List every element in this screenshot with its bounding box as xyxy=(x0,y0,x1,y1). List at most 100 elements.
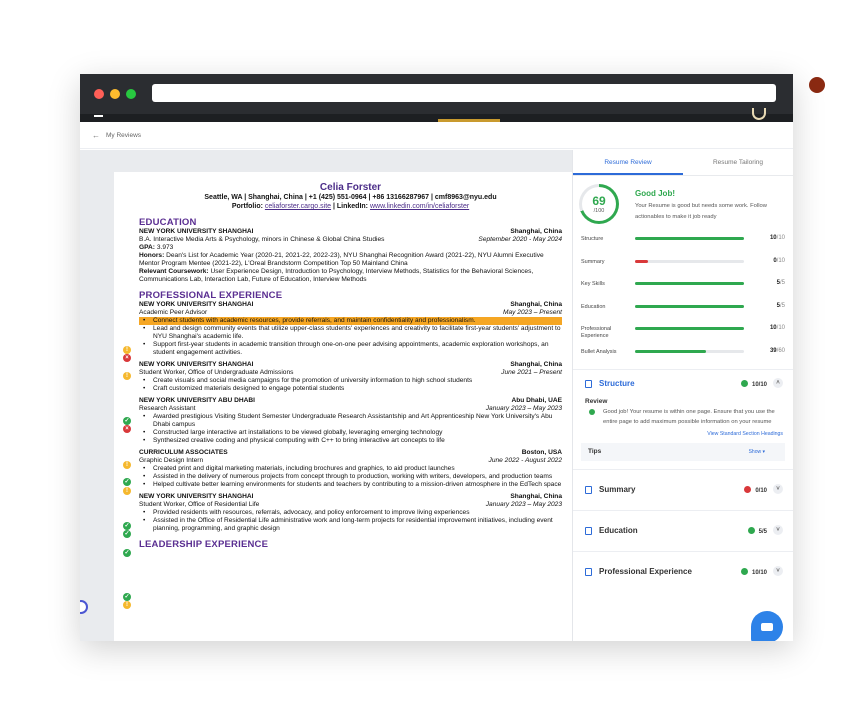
browser-titlebar xyxy=(80,74,793,114)
briefcase-icon xyxy=(585,568,592,576)
metric-row: Bullet Analysis 39/60 xyxy=(581,347,785,355)
job-entry: CURRICULUM ASSOCIATES Boston, USA Graphic… xyxy=(139,449,562,489)
warning-icon[interactable]: ! xyxy=(123,487,131,495)
bullet[interactable]: Constructed large interactive art instal… xyxy=(139,429,562,437)
breadcrumb: ← My Reviews xyxy=(80,122,793,149)
score-value: 69 xyxy=(592,194,606,208)
check-icon[interactable]: ✓ xyxy=(123,549,131,557)
chevron-down-icon[interactable]: ˅ xyxy=(773,566,783,576)
review-text: Good job! Your resume is within one page… xyxy=(581,407,785,427)
score-message: Your Resume is good but needs some work.… xyxy=(635,203,767,220)
bullet[interactable]: Synthesized creative coding and physical… xyxy=(139,437,562,445)
experience-heading: PROFESSIONAL EXPERIENCE xyxy=(139,290,283,301)
view-headings-link[interactable]: View Standard Section Headings xyxy=(581,431,785,437)
linkedin-link[interactable]: www.linkedin.com/in/celiaforster xyxy=(370,203,469,210)
score-card: 69 /100 Good Job! Your Resume is good bu… xyxy=(573,176,793,234)
metric-row: Summary 0/10 xyxy=(581,257,785,265)
metric-fill xyxy=(635,349,706,353)
resume-contact: Seattle, WA | Shanghai, China | +1 (425)… xyxy=(204,194,497,210)
score-total: /100 xyxy=(593,208,605,214)
error-icon[interactable]: × xyxy=(123,354,131,362)
page: ← My Reviews Celia Forster Seattle, WA |… xyxy=(0,0,854,727)
close-window-button[interactable] xyxy=(94,89,104,99)
bullet[interactable]: Support first-year students in academic … xyxy=(139,341,562,357)
warning-icon[interactable]: ! xyxy=(123,601,131,609)
app-header xyxy=(80,108,793,122)
avatar[interactable] xyxy=(752,108,766,120)
resume-preview: Celia Forster Seattle, WA | Shanghai, Ch… xyxy=(114,172,572,641)
bullet[interactable]: Lead and design community events that ut… xyxy=(139,325,562,341)
chevron-down-icon[interactable]: ˅ xyxy=(773,525,783,535)
portfolio-link[interactable]: celiaforster.cargo.site xyxy=(265,203,331,210)
metric-row: Education 5/5 xyxy=(581,302,785,310)
job-entry: NEW YORK UNIVERSITY SHANGHAI Shanghai, Ch… xyxy=(139,493,562,533)
check-icon[interactable]: ✓ xyxy=(123,530,131,538)
bullet[interactable]: Provided residents with resources, refer… xyxy=(139,509,562,517)
metric-bar xyxy=(635,327,744,330)
error-icon[interactable]: × xyxy=(123,425,131,433)
metric-fill xyxy=(635,282,744,285)
bullet-highlighted[interactable]: Connect students with academic resources… xyxy=(139,317,562,325)
chevron-up-icon[interactable]: ˄ xyxy=(773,378,783,388)
minimize-window-button[interactable] xyxy=(110,89,120,99)
leadership-heading: LEADERSHIP EXPERIENCE xyxy=(139,539,269,550)
maximize-window-button[interactable] xyxy=(126,89,136,99)
education-panel-header[interactable]: Education 5/5 ˅ xyxy=(581,511,785,551)
education-entry: NEW YORK UNIVERSITY SHANGHAI Shanghai, Ch… xyxy=(139,228,562,283)
metric-fill xyxy=(635,259,649,263)
warning-icon[interactable]: ! xyxy=(123,372,131,380)
browser-window: ← My Reviews Celia Forster Seattle, WA |… xyxy=(80,74,793,641)
metric-row: Structure 10/10 xyxy=(581,235,785,242)
education-panel: Education 5/5 ˅ xyxy=(573,510,793,551)
address-bar[interactable] xyxy=(152,84,776,102)
metric-fill xyxy=(635,327,744,330)
bullet[interactable]: Craft customized materials designed to e… xyxy=(139,385,562,393)
decorative-dot xyxy=(809,77,825,93)
check-icon[interactable]: ✓ xyxy=(123,417,131,425)
job-entry: NEW YORK UNIVERSITY SHANGHAI Shanghai, Ch… xyxy=(139,361,562,393)
back-link[interactable]: My Reviews xyxy=(106,132,141,139)
tab-resume-tailoring[interactable]: Resume Tailoring xyxy=(683,150,793,175)
metric-fill xyxy=(635,237,744,240)
tips-row[interactable]: Tips Show ▾ xyxy=(581,443,785,461)
warning-icon[interactable]: ! xyxy=(123,346,131,354)
metric-bar xyxy=(635,237,744,240)
bullet[interactable]: Assisted in the Office of Residential Li… xyxy=(139,517,562,533)
score-ring: 69 /100 xyxy=(579,184,619,224)
summary-panel: Summary 0/10 ˅ xyxy=(573,469,793,510)
logo-icon xyxy=(94,115,103,117)
job-entry: NEW YORK UNIVERSITY SHANGHAI Shanghai, Ch… xyxy=(139,301,562,357)
document-icon xyxy=(585,380,592,388)
tab-resume-review[interactable]: Resume Review xyxy=(573,150,683,175)
check-icon[interactable]: ✓ xyxy=(123,593,131,601)
metric-bar xyxy=(635,259,744,263)
bullet[interactable]: Create visuals and social media campaign… xyxy=(139,377,562,385)
chevron-down-icon[interactable]: ˅ xyxy=(773,484,783,494)
check-icon[interactable]: ✓ xyxy=(123,478,131,486)
review-sidebar: Resume Review Resume Tailoring 69 /100 G… xyxy=(572,150,793,641)
metric-fill xyxy=(635,304,744,308)
bullet[interactable]: Awarded prestigious Visiting Student Sem… xyxy=(139,413,562,429)
review-title: Review xyxy=(585,398,608,405)
main-content: Celia Forster Seattle, WA | Shanghai, Ch… xyxy=(80,150,793,641)
resume-name: Celia Forster xyxy=(319,182,382,193)
back-arrow-icon[interactable]: ← xyxy=(92,131,100,140)
warning-icon[interactable]: ! xyxy=(123,461,131,469)
score-headline: Good Job! xyxy=(635,189,675,198)
experience-panel-header[interactable]: Professional Experience 10/10 ˅ xyxy=(581,552,785,592)
sidebar-tabs: Resume Review Resume Tailoring xyxy=(573,150,793,176)
chat-icon[interactable] xyxy=(751,611,783,641)
metric-bar xyxy=(635,349,744,353)
bullet[interactable]: Created print and digital marketing mate… xyxy=(139,465,562,473)
list-icon xyxy=(585,486,592,494)
bullet[interactable]: Assisted in the delivery of numerous pro… xyxy=(139,473,562,481)
bullet[interactable]: Helped cultivate better learning environ… xyxy=(139,481,562,489)
structure-panel-header[interactable]: Structure 10/10 ˄ xyxy=(581,370,785,398)
education-heading: EDUCATION xyxy=(139,217,197,228)
help-widget-icon[interactable] xyxy=(80,600,88,614)
check-icon[interactable]: ✓ xyxy=(123,522,131,530)
show-tips-button[interactable]: Show ▾ xyxy=(749,449,765,455)
summary-panel-header[interactable]: Summary 0/10 ˅ xyxy=(581,470,785,510)
metric-bar xyxy=(635,282,744,285)
job-entry: NEW YORK UNIVERSITY ABU DHABI Abu Dhabi, … xyxy=(139,397,562,445)
